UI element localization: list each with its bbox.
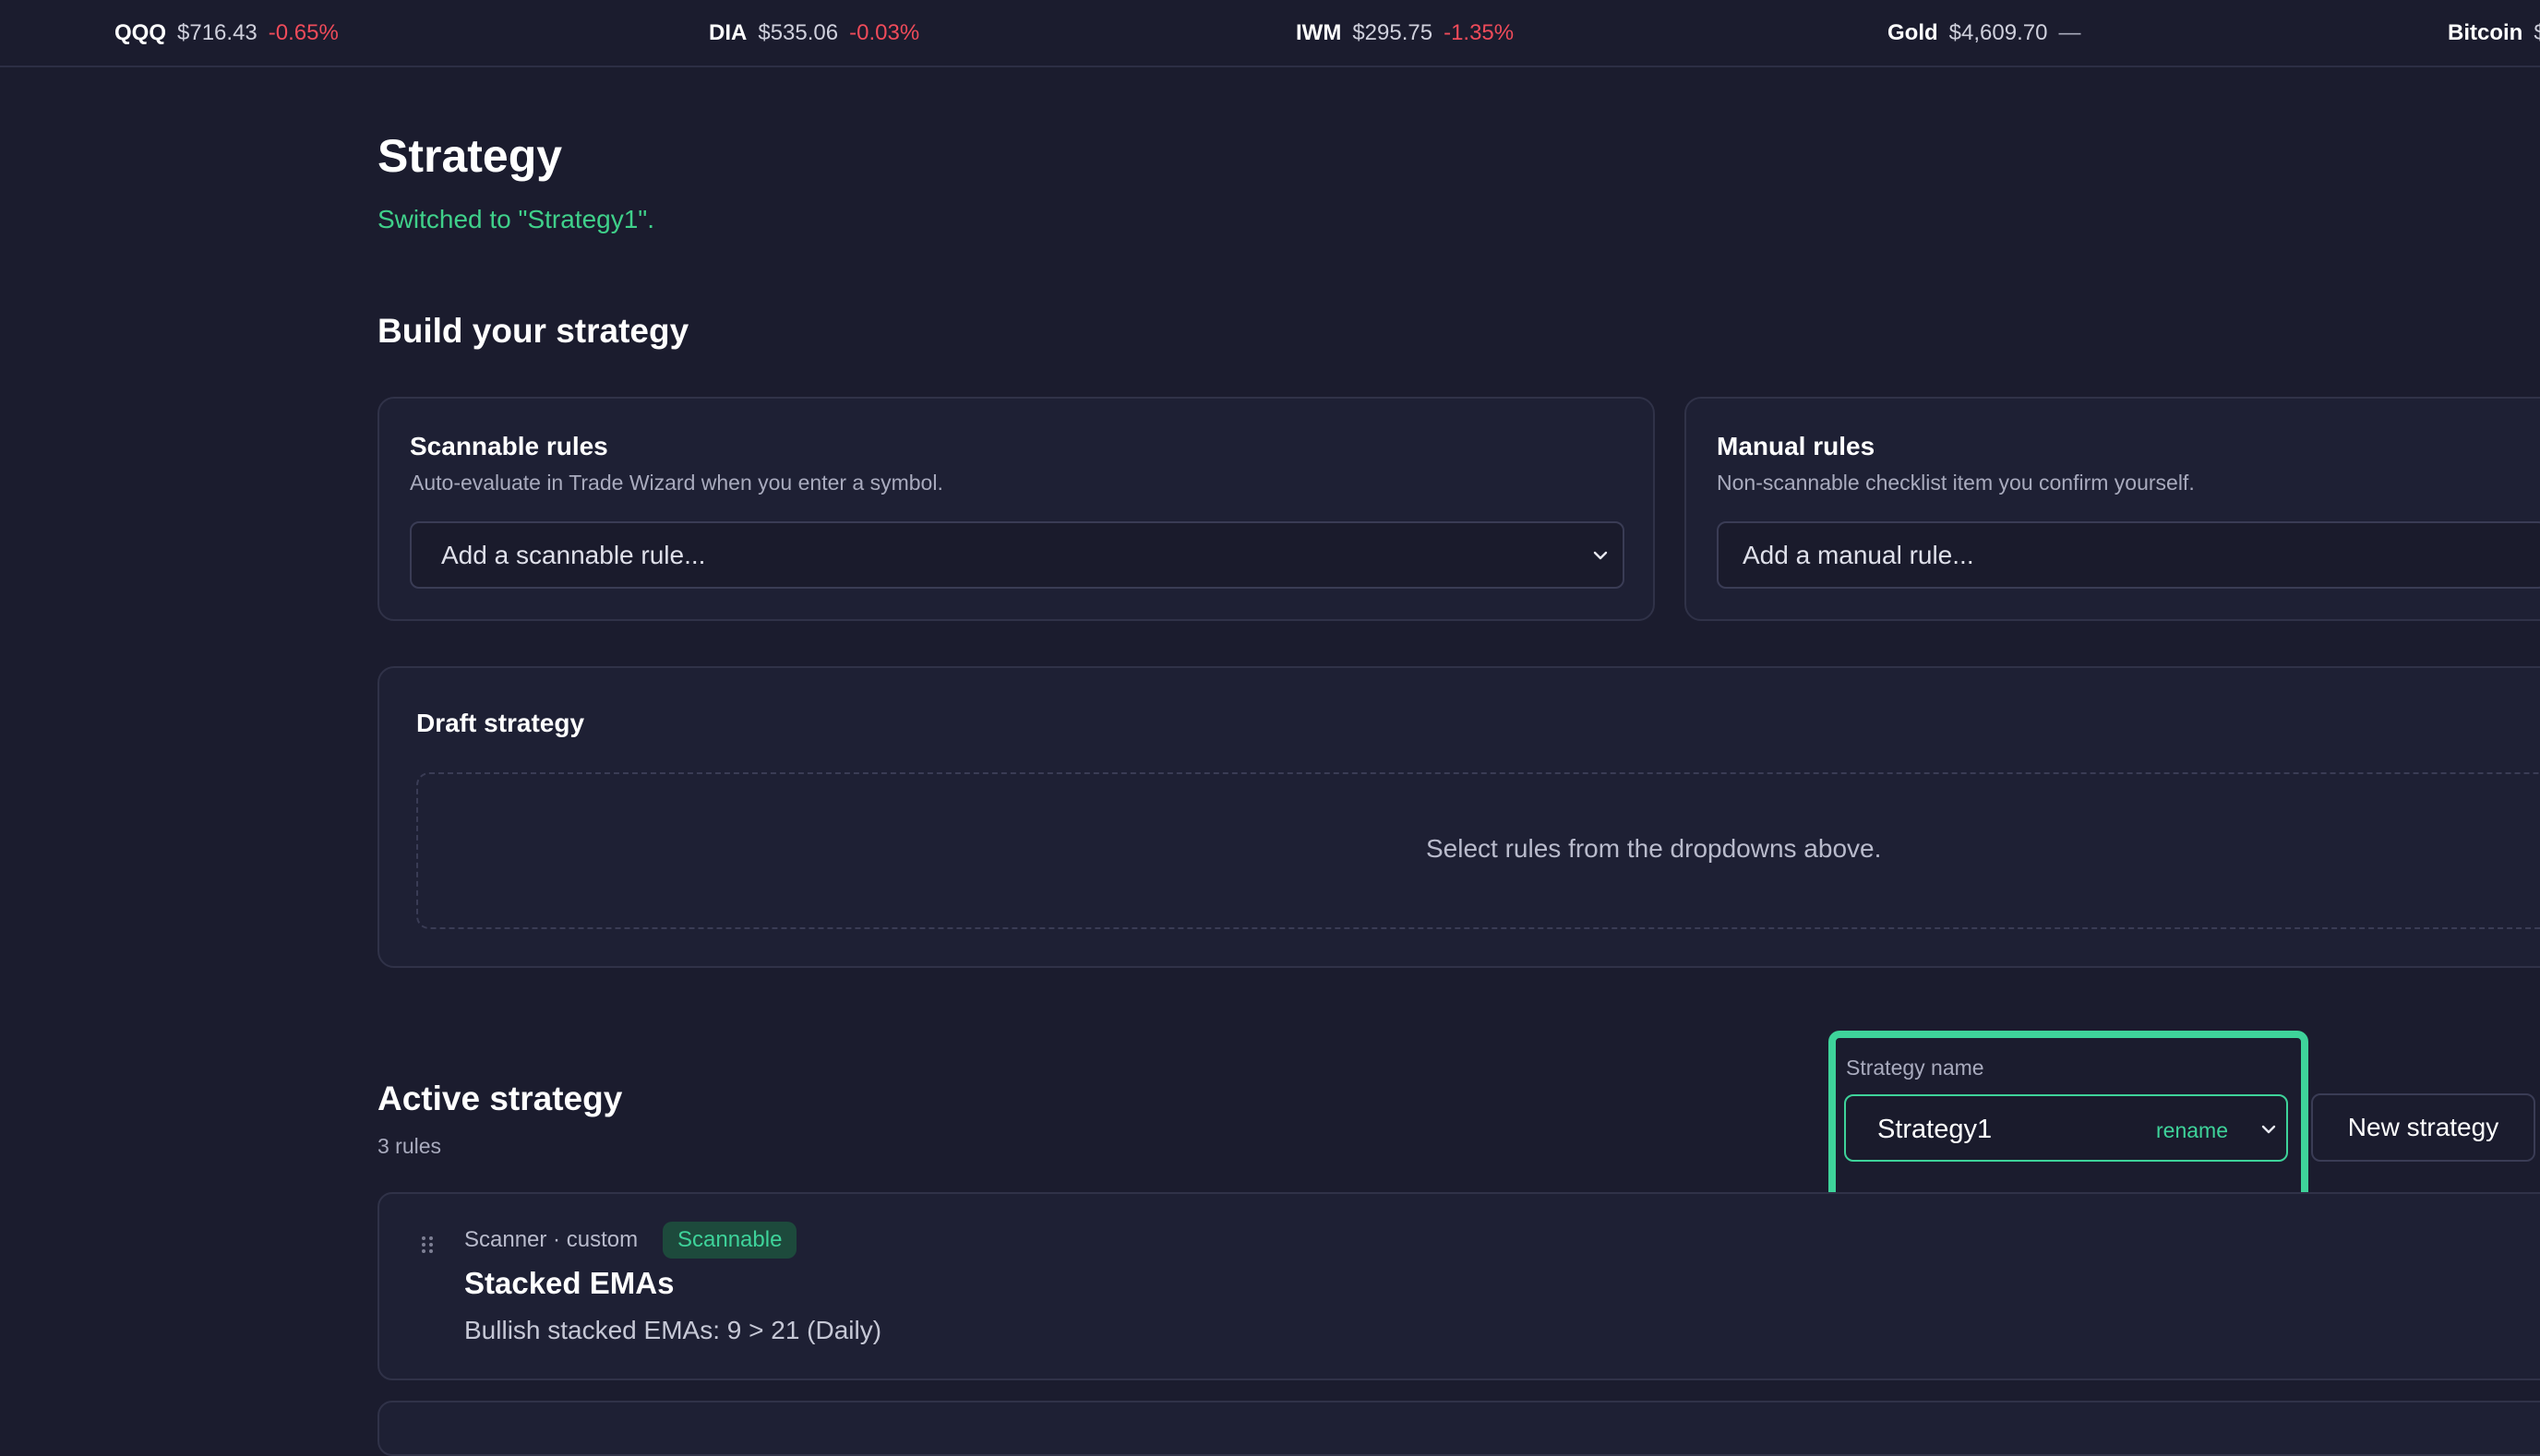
ticker-item-dia[interactable]: DIA $535.06 -0.03% [709,20,919,46]
strategy-name-label: Strategy name [1846,1056,1984,1080]
ticker-price: $535.06 [758,20,839,45]
ticker-item-iwm[interactable]: IWM $295.75 -1.35% [1296,20,1514,46]
ticker-symbol: Bitcoin [2448,20,2523,45]
scannable-rules-subtitle: Auto-evaluate in Trade Wizard when you e… [410,471,943,495]
chevron-down-icon [1593,551,1608,560]
ticker-price: $ [2534,20,2540,45]
ticker-price: $4,609.70 [1948,20,2048,45]
rule-title: Stacked EMAs [464,1266,675,1300]
strategy-name-select[interactable]: Strategy1 rename [1844,1094,2288,1162]
rule-description: Bullish stacked EMAs: 9 > 21 (Daily) [464,1316,882,1344]
chevron-down-icon[interactable] [2258,1118,2280,1140]
ticker-bar: QQQ $716.43 -0.65% DIA $535.06 -0.03% IWM $29… [0,0,2540,67]
ticker-change: — [2058,20,2081,45]
ticker-symbol: Gold [1887,20,1938,45]
scannable-rules-card: Scannable rules Auto-evaluate in Trade W… [377,397,1655,621]
strategy-name-value: Strategy1 [1877,1115,1993,1144]
manual-rules-title: Manual rules [1717,432,1875,460]
ticker-symbol: DIA [709,20,748,45]
rule-card[interactable]: Scanner · custom Scannable Stacked EMAs … [377,1192,2540,1380]
ticker-item-bitcoin[interactable]: Bitcoin $ [2448,20,2540,46]
ticker-symbol: IWM [1296,20,1342,45]
ticker-change: -0.65% [268,20,339,45]
draft-strategy-title: Draft strategy [416,709,585,737]
manual-rule-placeholder: Add a manual rule... [1743,540,1974,569]
scannable-rule-select[interactable]: Add a scannable rule... [410,521,1624,589]
rule-meta: Scanner · custom [464,1227,639,1252]
active-strategy-heading: Active strategy [377,1080,623,1117]
draft-empty-message: Select rules from the dropdowns above. [1426,834,1882,863]
rule-count: 3 rules [377,1134,442,1158]
page-title: Strategy [377,130,563,182]
ticker-price: $295.75 [1352,20,1433,45]
scannable-rules-title: Scannable rules [410,432,608,460]
drag-handle-icon[interactable] [420,1235,435,1255]
rename-link[interactable]: rename [2156,1118,2228,1143]
ticker-price: $716.43 [177,20,258,45]
status-message: Switched to "Strategy1". [377,205,655,233]
scannable-badge: Scannable [663,1222,797,1259]
ticker-item-gold[interactable]: Gold $4,609.70 — [1887,20,2080,46]
manual-rules-card: Manual rules Non-scannable checklist ite… [1684,397,2540,621]
new-strategy-button[interactable]: New strategy [2311,1093,2535,1162]
ticker-symbol: QQQ [114,20,167,45]
manual-rule-input[interactable]: Add a manual rule... [1717,521,2540,589]
rule-card[interactable] [377,1401,2540,1456]
scannable-rule-placeholder: Add a scannable rule... [441,540,706,569]
ticker-item-qqq[interactable]: QQQ $716.43 -0.65% [114,20,339,46]
manual-rules-subtitle: Non-scannable checklist item you confirm… [1717,471,2195,495]
ticker-change: -1.35% [1444,20,1515,45]
ticker-change: -0.03% [849,20,920,45]
build-heading: Build your strategy [377,312,689,350]
